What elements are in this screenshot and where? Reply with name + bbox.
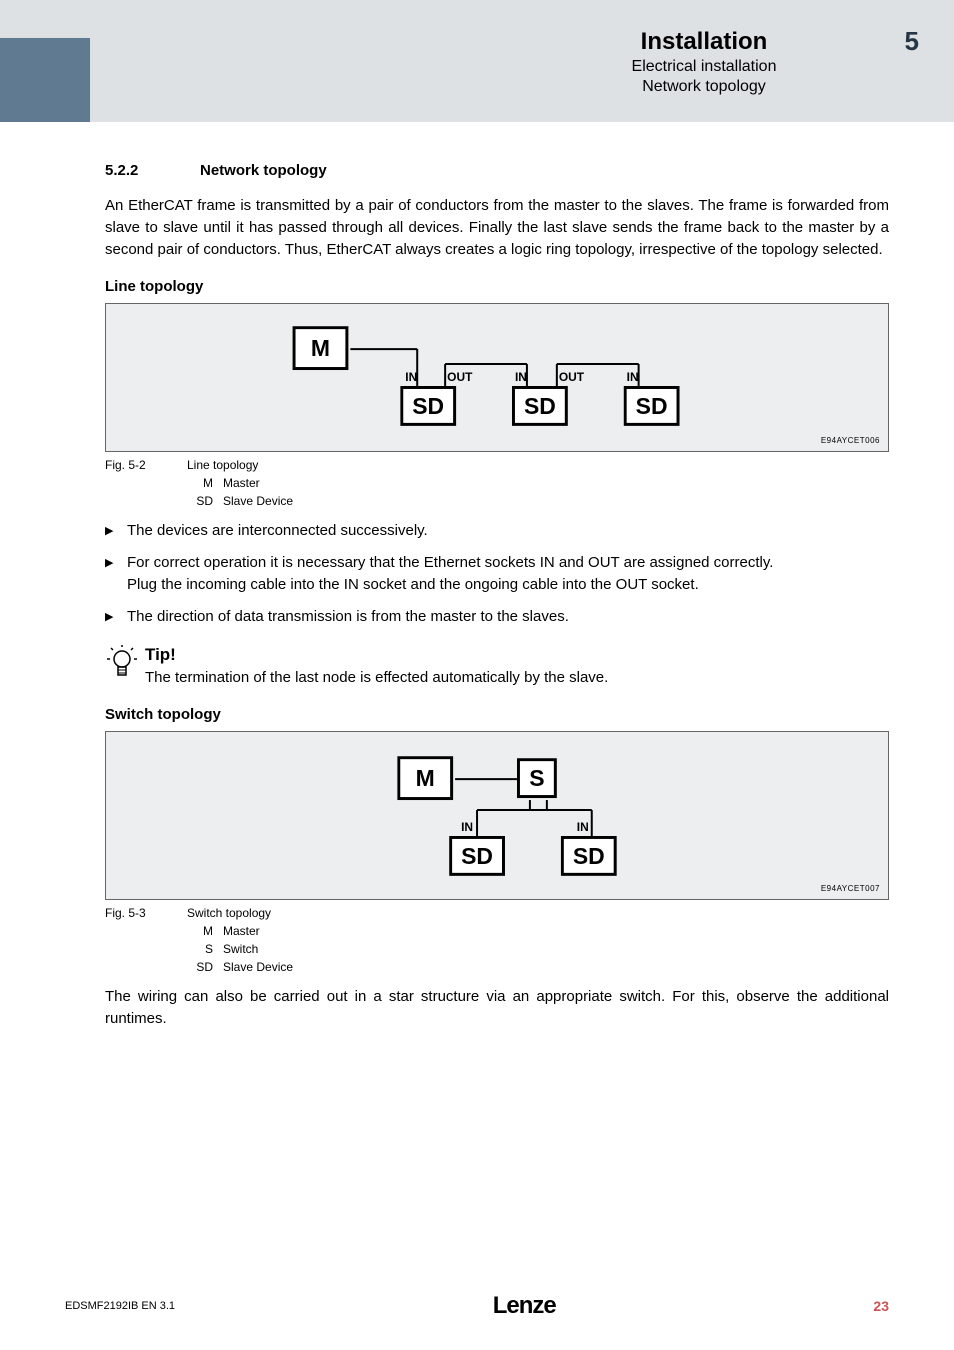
- master-node: M: [397, 756, 453, 800]
- line-topology-diagram: M SD SD SD IN OUT IN OUT IN E94AYCET006: [105, 303, 889, 452]
- port-out: OUT: [559, 370, 589, 384]
- switch-topology-heading: Switch topology: [105, 706, 889, 723]
- port-out: OUT: [447, 370, 477, 384]
- port-in: IN: [577, 820, 601, 834]
- slave-node: SD: [400, 386, 456, 426]
- bullet-item: The devices are interconnected successiv…: [105, 520, 889, 542]
- legend-key: M: [187, 474, 213, 492]
- chapter-number: 5: [905, 26, 919, 57]
- diagram-code: E94AYCET006: [821, 436, 880, 445]
- slave-node: SD: [624, 386, 680, 426]
- legend-key: M: [187, 922, 213, 940]
- page-number: 23: [873, 1298, 889, 1314]
- port-in: IN: [405, 370, 429, 384]
- page-header: Installation Electrical installation Net…: [0, 0, 954, 122]
- figure-caption-row: Fig. 5-3 Switch topology: [105, 906, 889, 920]
- header-titles: Installation Electrical installation Net…: [514, 28, 894, 96]
- figure-caption-row: Fig. 5-2 Line topology: [105, 458, 889, 472]
- slave-node: SD: [512, 386, 568, 426]
- line-legend: M Master SD Slave Device: [187, 474, 889, 510]
- switch-closing-paragraph: The wiring can also be carried out in a …: [105, 986, 889, 1030]
- legend-val: Slave Device: [223, 958, 293, 976]
- port-in: IN: [627, 370, 651, 384]
- legend-key: SD: [187, 492, 213, 510]
- legend-val: Switch: [223, 940, 258, 958]
- header-accent-block: [0, 38, 90, 122]
- slave-node: SD: [561, 836, 617, 876]
- legend-val: Slave Device: [223, 492, 293, 510]
- line-bullets: The devices are interconnected successiv…: [105, 520, 889, 627]
- legend-val: Master: [223, 474, 260, 492]
- tip-block: Tip! The termination of the last node is…: [105, 645, 889, 686]
- lenze-logo: Lenze: [493, 1292, 556, 1320]
- port-in: IN: [515, 370, 539, 384]
- page-footer: EDSMF2192IB EN 3.1 Lenze 23: [0, 1292, 954, 1320]
- slave-node: SD: [449, 836, 505, 876]
- header-subtitle-1: Electrical installation: [514, 58, 894, 76]
- tip-title: Tip!: [145, 645, 608, 665]
- master-node: M: [293, 326, 349, 370]
- figure-label: Fig. 5-3: [105, 906, 187, 920]
- figure-label: Fig. 5-2: [105, 458, 187, 472]
- legend-key: SD: [187, 958, 213, 976]
- section-number: 5.2.2: [105, 162, 200, 179]
- bullet-item: For correct operation it is necessary th…: [105, 552, 889, 596]
- switch-node: S: [517, 758, 557, 798]
- legend-key: S: [187, 940, 213, 958]
- legend-val: Master: [223, 922, 260, 940]
- figure-caption: Switch topology: [187, 906, 271, 920]
- line-topology-svg: M SD SD SD IN OUT IN OUT IN: [118, 324, 876, 434]
- port-in: IN: [461, 820, 485, 834]
- header-title: Installation: [514, 28, 894, 56]
- switch-topology-svg: M S SD SD IN IN: [118, 752, 876, 882]
- lightbulb-icon: [105, 645, 145, 684]
- footer-doc-id: EDSMF2192IB EN 3.1: [65, 1300, 175, 1312]
- tip-text: The termination of the last node is effe…: [145, 669, 608, 686]
- switch-legend: M Master S Switch SD Slave Device: [187, 922, 889, 976]
- switch-topology-diagram: M S SD SD IN IN E94AYCET007: [105, 731, 889, 900]
- section-heading: 5.2.2 Network topology: [105, 162, 889, 179]
- header-subtitle-2: Network topology: [514, 78, 894, 96]
- diagram-code: E94AYCET007: [821, 884, 880, 893]
- bullet-item: The direction of data transmission is fr…: [105, 606, 889, 628]
- line-topology-heading: Line topology: [105, 278, 889, 295]
- section-title: Network topology: [200, 162, 327, 179]
- section-intro: An EtherCAT frame is transmitted by a pa…: [105, 195, 889, 260]
- figure-caption: Line topology: [187, 458, 258, 472]
